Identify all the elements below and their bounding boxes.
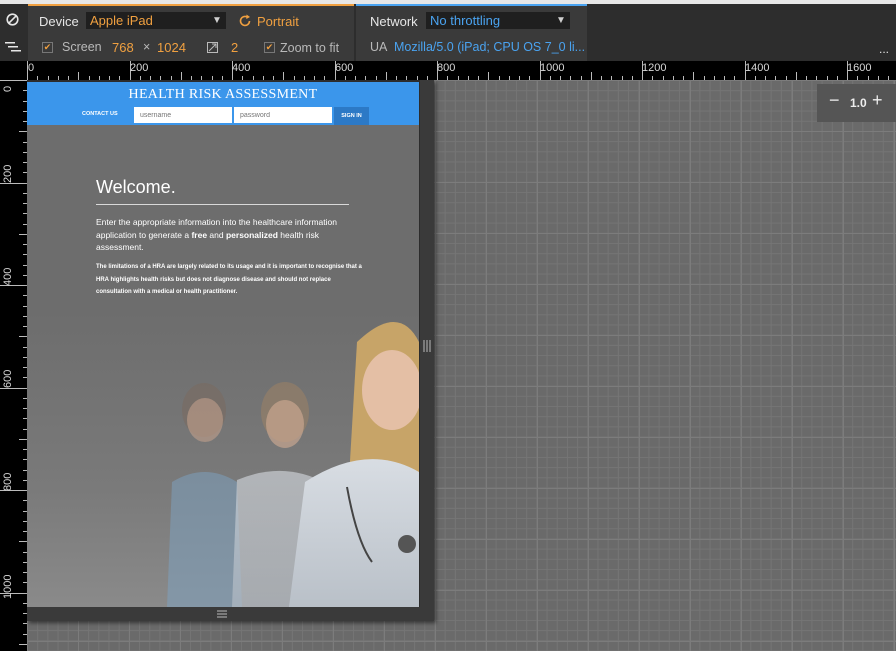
password-input[interactable] — [234, 107, 332, 123]
welcome-heading: Welcome. — [96, 177, 176, 197]
ruler-label: 0 — [28, 62, 35, 74]
ruler-label: 200 — [2, 164, 14, 183]
ruler-label: 400 — [232, 62, 251, 74]
zoom-in-button[interactable]: + — [872, 90, 883, 111]
ruler-corner — [0, 61, 27, 80]
emulated-screen: HEALTH RISK ASSESSMENT CONTACT US SIGN I… — [27, 82, 419, 607]
ruler-label: 1400 — [745, 62, 770, 74]
device-pixel-ratio-icon — [207, 40, 218, 53]
disclaimer-text: The limitations of a HRA are largely rel… — [96, 264, 362, 295]
intro-free: free — [191, 229, 208, 240]
screen-height-input[interactable]: 1024 — [157, 40, 186, 55]
network-select[interactable]: No throttling ▼ — [426, 12, 570, 29]
intro-text-part: and — [207, 229, 226, 240]
ruler-label: 1200 — [642, 62, 667, 74]
more-options-button[interactable]: ... — [879, 42, 889, 56]
width-resize-handle[interactable] — [420, 80, 434, 621]
ruler-label: 200 — [130, 62, 149, 74]
ruler-label: 800 — [2, 472, 14, 491]
ruler-label: 600 — [2, 369, 14, 388]
doctors-illustration — [167, 322, 419, 607]
ruler-label: 1000 — [540, 62, 565, 74]
site-title: HEALTH RISK ASSESSMENT — [128, 87, 318, 102]
ruler-label: 400 — [2, 267, 14, 286]
grip-vertical-icon — [423, 340, 431, 352]
contact-us-link[interactable]: CONTACT US — [82, 111, 118, 117]
chevron-down-icon: ▼ — [556, 15, 566, 26]
ruler-label: 800 — [437, 62, 456, 74]
vertical-ruler: 0 200 400 600 800 1000 — [0, 80, 27, 651]
device-label: Device — [39, 14, 79, 29]
zoom-value: 1.0 — [850, 96, 867, 110]
ua-label: UA — [370, 40, 388, 54]
doctors-photo — [27, 312, 419, 607]
screen-label: Screen — [62, 40, 102, 54]
zoom-to-fit-label: Zoom to fit — [280, 41, 340, 55]
divider — [96, 204, 349, 205]
network-label: Network — [370, 14, 418, 29]
zoom-control: − 1.0 + — [817, 84, 896, 122]
chevron-down-icon: ▼ — [212, 15, 222, 26]
toggle-drawer-icon[interactable] — [5, 40, 21, 52]
zoom-out-button[interactable]: − — [829, 90, 840, 111]
ruler-label: 600 — [335, 62, 354, 74]
height-resize-handle[interactable] — [27, 607, 434, 621]
network-select-value: No throttling — [430, 13, 501, 28]
intro-text: Enter the appropriate information into t… — [96, 216, 356, 254]
site-header: HEALTH RISK ASSESSMENT CONTACT US SIGN I… — [27, 82, 419, 125]
rotate-button[interactable]: Portrait — [238, 13, 308, 31]
screen-width-input[interactable]: 768 — [112, 40, 134, 55]
horizontal-ruler: 0 200 400 600 800 1000 1200 1400 1600 — [27, 61, 896, 80]
device-select-value: Apple iPad — [90, 13, 153, 28]
user-agent-input[interactable]: Mozilla/5.0 (iPad; CPU OS 7_0 li... — [394, 40, 585, 54]
device-select[interactable]: Apple iPad ▼ — [86, 12, 226, 29]
grip-horizontal-icon — [217, 610, 227, 618]
device-panel-accent — [28, 4, 354, 6]
rotate-icon — [239, 14, 251, 27]
screen-checkbox[interactable]: ✔ — [42, 42, 53, 53]
ruler-label: 0 — [2, 85, 14, 92]
times-sign: × — [143, 40, 151, 54]
rotate-label: Portrait — [257, 14, 299, 29]
dpr-input[interactable]: 2 — [231, 40, 238, 55]
network-panel-accent — [356, 4, 587, 6]
ruler-label: 1000 — [2, 574, 14, 599]
disable-emulation-icon[interactable] — [6, 13, 19, 26]
username-input[interactable] — [134, 107, 232, 123]
ruler-label: 1600 — [847, 62, 872, 74]
sign-in-button[interactable]: SIGN IN — [334, 107, 369, 125]
intro-personalized: personalized — [225, 229, 278, 240]
zoom-to-fit-checkbox[interactable]: ✔ — [264, 42, 275, 53]
